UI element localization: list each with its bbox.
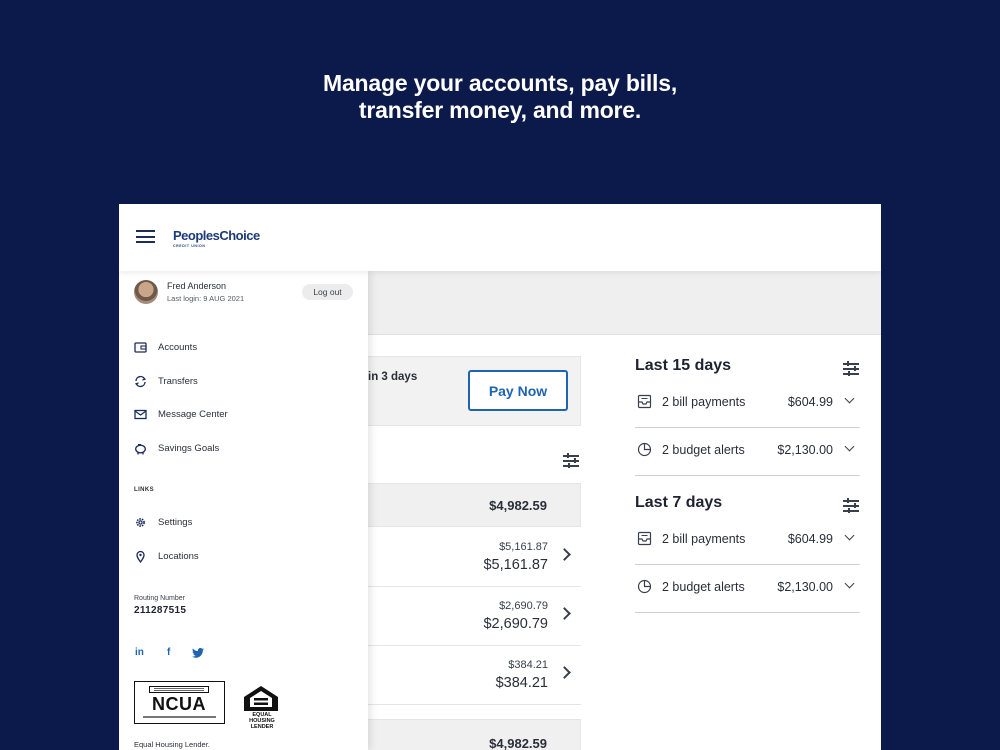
ncua-label: NCUA	[152, 694, 206, 714]
nav-item-label: Message Center	[158, 409, 228, 420]
budget-alerts-row[interactable]: 2 budget alerts $2,130.00	[635, 428, 860, 476]
nav-item-savings-goals[interactable]: Savings Goals	[134, 440, 354, 458]
accounts-total-amount: $4,982.59	[489, 736, 547, 750]
bill-icon	[637, 531, 652, 546]
period-title: Last 15 days	[635, 357, 732, 374]
piggy-bank-icon	[135, 444, 146, 455]
pie-chart-icon	[637, 579, 652, 594]
row-amount: $2,130.00	[777, 580, 833, 594]
headline-line-2: transfer money, and more.	[358, 97, 642, 123]
row-amount: $604.99	[787, 395, 833, 409]
ncua-footer-line	[143, 716, 216, 718]
app-screen: PeoplesChoice CREDIT UNION in 3 days Pay…	[119, 204, 881, 750]
account-available-balance: $2,690.79	[499, 600, 548, 612]
nav-item-settings[interactable]: Settings	[134, 514, 354, 532]
avatar	[134, 280, 158, 304]
nav-item-label: Locations	[158, 551, 199, 562]
account-current-balance: $384.21	[495, 675, 548, 691]
routing-number: 211287515	[134, 605, 187, 616]
period-filter-icon[interactable]	[843, 498, 859, 513]
nav-item-message-center[interactable]: Message Center	[134, 406, 354, 424]
nav-item-label: Settings	[158, 517, 193, 528]
period-title: Last 7 days	[635, 494, 723, 511]
bill-icon	[637, 394, 652, 409]
account-available-balance: $384.21	[508, 659, 548, 671]
routing-number-label: Routing Number	[134, 595, 185, 602]
equal-housing-note: Equal Housing Lender.	[134, 740, 210, 749]
chevron-down-icon[interactable]	[844, 578, 855, 589]
twitter-icon[interactable]	[192, 648, 204, 658]
row-label: 2 bill payments	[662, 395, 746, 409]
budget-alerts-row[interactable]: 2 budget alerts $2,130.00	[635, 565, 860, 613]
last-login: Last login: 9 AUG 2021	[167, 294, 245, 303]
accounts-filter-icon[interactable]	[563, 453, 579, 468]
chevron-down-icon[interactable]	[844, 441, 855, 452]
nav-item-label: Accounts	[158, 342, 198, 353]
facebook-icon[interactable]: f	[167, 647, 170, 658]
nav-item-label: Savings Goals	[158, 443, 220, 454]
account-available-balance: $5,161.87	[499, 541, 548, 553]
logout-button[interactable]: Log out	[302, 284, 353, 300]
account-current-balance: $5,161.87	[483, 557, 548, 573]
account-current-balance: $2,690.79	[483, 616, 548, 632]
brand-name: PeoplesChoice	[173, 228, 260, 243]
top-bar: PeoplesChoice CREDIT UNION	[119, 204, 881, 271]
hamburger-menu-icon[interactable]	[136, 229, 156, 244]
chevron-right-icon[interactable]	[558, 548, 571, 561]
brand-logo[interactable]: PeoplesChoice CREDIT UNION	[173, 228, 260, 248]
nav-item-locations[interactable]: Locations	[134, 548, 354, 566]
equal-housing-lender-text: EQUAL HOUSING LENDER	[249, 712, 275, 730]
brand-tagline: CREDIT UNION	[173, 244, 206, 248]
row-amount: $604.99	[787, 532, 833, 546]
chevron-right-icon[interactable]	[558, 607, 571, 620]
row-label: 2 bill payments	[662, 532, 746, 546]
chevron-right-icon[interactable]	[558, 666, 571, 679]
pay-now-button[interactable]: Pay Now	[468, 370, 568, 411]
bill-payments-row[interactable]: 2 bill payments $604.99	[635, 380, 860, 428]
chevron-down-icon[interactable]	[844, 393, 855, 404]
period-filter-icon[interactable]	[843, 361, 859, 376]
ncua-badge: NCUA	[134, 681, 225, 724]
location-pin-icon	[136, 550, 145, 563]
links-heading: LINKS	[134, 487, 154, 493]
headline: Manage your accounts, pay bills, transfe…	[0, 70, 1000, 124]
row-label: 2 budget alerts	[662, 443, 745, 457]
headline-line-1: Manage your accounts, pay bills,	[322, 70, 678, 96]
bill-due-text: in 3 days	[368, 371, 418, 383]
nav-drawer: Fred Anderson Last login: 9 AUG 2021 Log…	[119, 271, 368, 750]
user-name: Fred Anderson	[167, 281, 227, 291]
ncua-notice-box	[149, 686, 209, 693]
nav-item-label: Transfers	[158, 376, 198, 387]
bill-payments-row[interactable]: 2 bill payments $604.99	[635, 517, 860, 565]
linkedin-icon[interactable]: in	[135, 647, 144, 658]
envelope-icon	[134, 409, 147, 420]
chevron-down-icon[interactable]	[844, 530, 855, 541]
pie-chart-icon	[637, 442, 652, 457]
transfer-icon	[134, 375, 147, 388]
accounts-total-amount: $4,982.59	[489, 498, 547, 513]
gear-icon	[136, 518, 145, 527]
wallet-icon	[134, 342, 147, 353]
nav-item-accounts[interactable]: Accounts	[134, 339, 354, 357]
nav-item-transfers[interactable]: Transfers	[134, 373, 354, 391]
row-amount: $2,130.00	[777, 443, 833, 457]
row-label: 2 budget alerts	[662, 580, 745, 594]
